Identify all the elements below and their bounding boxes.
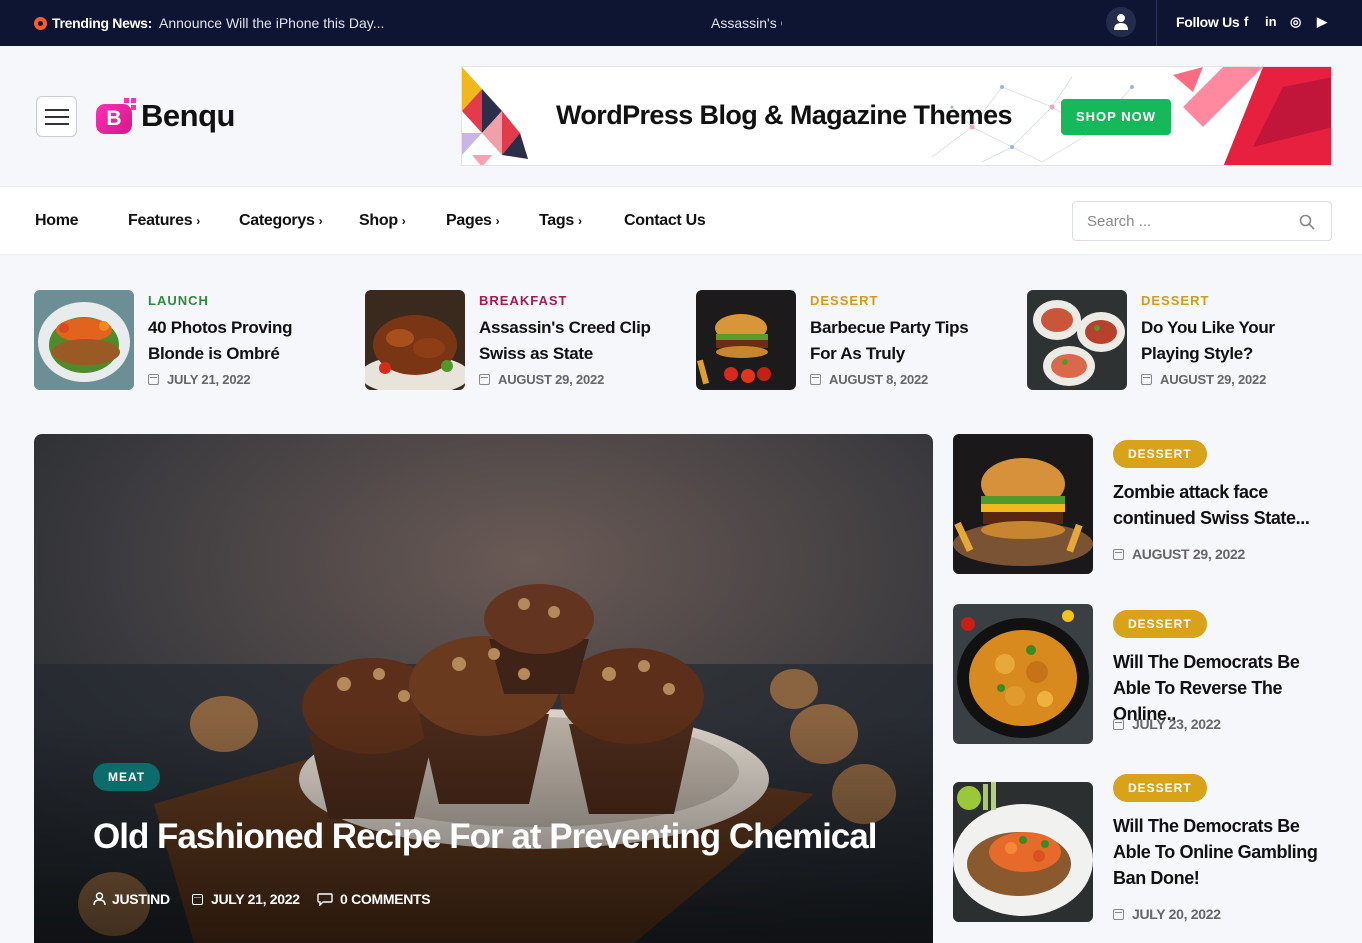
calendar-icon bbox=[1113, 909, 1124, 920]
search-icon[interactable] bbox=[1299, 214, 1315, 230]
triangle-pattern-graphic bbox=[462, 67, 528, 165]
calendar-icon bbox=[810, 374, 821, 385]
side-post-card[interactable]: DESSERT Will The Democrats Be Able To On… bbox=[953, 774, 1333, 943]
facebook-icon[interactable]: f bbox=[1244, 14, 1248, 29]
mini-post-card[interactable]: LAUNCH 40 Photos Proving Blonde is Ombré… bbox=[34, 290, 334, 390]
calendar-icon bbox=[1113, 549, 1124, 560]
youtube-icon[interactable]: ▶ bbox=[1317, 14, 1327, 30]
post-thumbnail[interactable] bbox=[953, 782, 1093, 922]
post-title[interactable]: Barbecue Party Tips For As Truly bbox=[810, 315, 996, 367]
post-title[interactable]: Will The Democrats Be Able To Online Gam… bbox=[1113, 813, 1333, 891]
shop-now-button[interactable]: SHOP NOW bbox=[1061, 99, 1171, 135]
search-box bbox=[1072, 201, 1332, 241]
trending-news-label: Trending News: bbox=[34, 15, 152, 31]
category-badge[interactable]: DESSERT bbox=[1113, 440, 1207, 468]
nav-item-contact-us[interactable]: Contact Us bbox=[624, 212, 706, 230]
site-logo-text[interactable]: Benqu bbox=[141, 98, 235, 134]
side-post-card[interactable]: DESSERT Will The Democrats Be Able To Re… bbox=[953, 604, 1333, 744]
user-account-button[interactable] bbox=[1106, 7, 1136, 37]
nav-item-pages[interactable]: Pages › bbox=[446, 212, 500, 230]
nav-item-categorys[interactable]: Categorys › bbox=[239, 212, 323, 230]
nav-item-shop[interactable]: Shop › bbox=[359, 212, 406, 230]
calendar-icon bbox=[479, 374, 490, 385]
logo-dot bbox=[131, 98, 136, 103]
red-stripes-graphic bbox=[1173, 67, 1331, 165]
post-author[interactable]: JUSTIND bbox=[93, 891, 170, 907]
post-title[interactable]: Assassin's Creed Clip Swiss as State bbox=[479, 315, 665, 367]
post-category[interactable]: LAUNCH bbox=[148, 293, 209, 308]
post-thumbnail[interactable] bbox=[953, 604, 1093, 744]
post-date: AUGUST 29, 2022 bbox=[479, 372, 604, 387]
post-title[interactable]: 40 Photos Proving Blonde is Ombré bbox=[148, 315, 334, 367]
calendar-icon bbox=[148, 374, 159, 385]
main-navigation: Home Features › Categorys › Shop › Pages › T… bbox=[0, 186, 1362, 255]
mini-post-card[interactable]: DESSERT Barbecue Party Tips For As Truly… bbox=[696, 290, 996, 390]
post-category[interactable]: DESSERT bbox=[1141, 293, 1209, 308]
ad-banner[interactable]: WordPress Blog & Magazine Themes SHOP NO… bbox=[461, 66, 1332, 166]
featured-post-title[interactable]: Old Fashioned Recipe For at Preventing C… bbox=[93, 817, 877, 857]
logo-dot bbox=[124, 98, 129, 103]
chevron-right-icon: › bbox=[495, 214, 500, 228]
post-thumbnail[interactable] bbox=[34, 290, 134, 390]
menu-line bbox=[45, 109, 69, 111]
follow-us-label: Follow Us bbox=[1176, 14, 1240, 30]
nav-item-home[interactable]: Home bbox=[35, 212, 79, 230]
chevron-right-icon: › bbox=[318, 214, 323, 228]
user-icon bbox=[93, 892, 106, 906]
post-date: AUGUST 8, 2022 bbox=[810, 372, 928, 387]
category-badge[interactable]: MEAT bbox=[93, 763, 161, 791]
post-title[interactable]: Do You Like Your Playing Style? bbox=[1141, 315, 1327, 367]
user-icon bbox=[1114, 14, 1128, 30]
featured-post[interactable]: MEAT Old Fashioned Recipe For at Prevent… bbox=[34, 434, 933, 943]
post-date: AUGUST 29, 2022 bbox=[1113, 546, 1245, 562]
category-badge[interactable]: DESSERT bbox=[1113, 774, 1207, 802]
mini-post-card[interactable]: BREAKFAST Assassin's Creed Clip Swiss as… bbox=[365, 290, 665, 390]
ticker-item[interactable]: Assassin's C bbox=[711, 15, 782, 31]
post-category[interactable]: DESSERT bbox=[810, 293, 878, 308]
chevron-right-icon: › bbox=[401, 214, 406, 228]
post-date: JULY 21, 2022 bbox=[148, 372, 251, 387]
category-badge[interactable]: DESSERT bbox=[1113, 610, 1207, 638]
fire-icon bbox=[34, 16, 47, 30]
nav-item-tags[interactable]: Tags › bbox=[539, 212, 582, 230]
post-date: JULY 23, 2022 bbox=[1113, 716, 1221, 732]
mini-post-card[interactable]: DESSERT Do You Like Your Playing Style? … bbox=[1027, 290, 1327, 390]
chevron-right-icon: › bbox=[196, 214, 200, 228]
post-date: AUGUST 29, 2022 bbox=[1141, 372, 1266, 387]
post-title[interactable]: Zombie attack face continued Swiss State… bbox=[1113, 479, 1333, 531]
instagram-icon[interactable]: ◎ bbox=[1290, 14, 1301, 30]
post-comments[interactable]: 0 COMMENTS bbox=[317, 891, 431, 907]
nav-item-features[interactable]: Features › bbox=[128, 212, 200, 230]
side-post-card[interactable]: DESSERT Zombie attack face continued Swi… bbox=[953, 434, 1333, 574]
divider bbox=[1156, 0, 1157, 46]
ticker-item[interactable]: Announce Will the iPhone this Day... bbox=[159, 15, 384, 31]
featured-post-image bbox=[34, 434, 933, 943]
post-thumbnail[interactable] bbox=[365, 290, 465, 390]
linkedin-icon[interactable]: in bbox=[1265, 14, 1277, 29]
calendar-icon bbox=[192, 894, 203, 905]
chevron-right-icon: › bbox=[577, 214, 582, 228]
logo-icon[interactable]: B bbox=[96, 104, 132, 134]
post-thumbnail[interactable] bbox=[953, 434, 1093, 574]
banner-headline: WordPress Blog & Magazine Themes bbox=[556, 100, 1013, 130]
search-input[interactable] bbox=[1087, 211, 1287, 231]
hamburger-menu-button[interactable] bbox=[36, 96, 77, 137]
top-bar: Trending News: Announce Will the iPhone … bbox=[0, 0, 1362, 46]
post-date: JULY 20, 2022 bbox=[1113, 906, 1221, 922]
site-header: B Benqu WordPress Blog & Magazine Themes… bbox=[0, 46, 1362, 186]
menu-line bbox=[45, 123, 69, 125]
post-thumbnail[interactable] bbox=[696, 290, 796, 390]
comment-icon bbox=[317, 893, 333, 907]
calendar-icon bbox=[1141, 374, 1152, 385]
calendar-icon bbox=[1113, 719, 1124, 730]
post-date: JULY 21, 2022 bbox=[192, 891, 300, 907]
post-category[interactable]: BREAKFAST bbox=[479, 293, 567, 308]
menu-line bbox=[45, 116, 69, 118]
logo-dot bbox=[131, 105, 136, 110]
post-thumbnail[interactable] bbox=[1027, 290, 1127, 390]
